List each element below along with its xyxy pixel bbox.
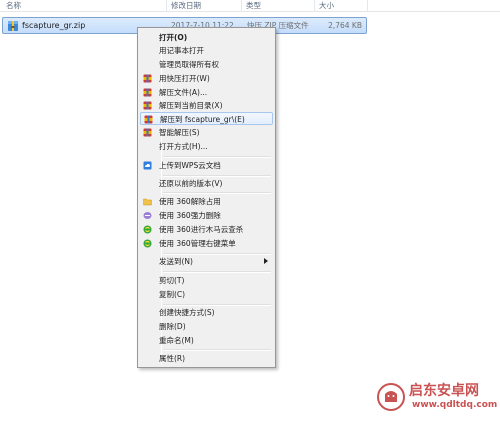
menu-item-label: 属性(R) [159, 354, 186, 363]
menu-item-360-trojan-scan[interactable]: 使用 360进行木马云查杀 [140, 223, 273, 236]
menu-item-label: 重命名(M) [159, 336, 194, 345]
menu-item-label: 发送到(N) [159, 257, 193, 266]
column-divider[interactable] [314, 0, 315, 12]
menu-item-smart-extract[interactable]: 智能解压(S) [140, 126, 273, 139]
menu-item-extract-files[interactable]: 解压文件(A)... [140, 86, 273, 99]
menu-item-upload-wps[interactable]: 上传到WPS云文档 [140, 159, 273, 172]
menu-separator [163, 192, 271, 194]
menu-item-label: 使用 360管理右键菜单 [159, 239, 236, 248]
column-divider[interactable] [166, 0, 167, 12]
column-type-header[interactable]: 类型 [246, 1, 261, 11]
context-menu: 打开(O) 用记事本打开 管理员取得所有权 用快压打开(W) 解压文件(A)..… [137, 27, 276, 368]
watermark-url: www.qdltdq.com [412, 400, 498, 410]
column-name-header[interactable]: 名称 [6, 1, 21, 11]
menu-separator [163, 349, 271, 351]
menu-item-label: 解压文件(A)... [159, 88, 208, 97]
menu-item-label: 打开(O) [159, 33, 188, 42]
column-size-header[interactable]: 大小 [319, 1, 334, 11]
menu-item-360-force-delete[interactable]: 使用 360强力删除 [140, 209, 273, 222]
menu-item-label: 创建快捷方式(S) [159, 308, 215, 317]
menu-item-360-manage-context-menu[interactable]: 使用 360管理右键菜单 [140, 237, 273, 250]
menu-separator [163, 271, 271, 273]
watermark-title: 启东安卓网 [409, 383, 479, 399]
menu-item-extract-to-folder[interactable]: 解压到 fscapture_gr\(E) [140, 112, 273, 125]
menu-item-properties[interactable]: 属性(R) [140, 352, 273, 365]
file-name: fscapture_gr.zip [22, 21, 86, 30]
menu-item-copy[interactable]: 复制(C) [140, 288, 273, 301]
menu-item-label: 复制(C) [159, 290, 186, 299]
menu-item-label: 用快压打开(W) [159, 74, 210, 83]
shred-icon [143, 211, 152, 220]
zip-archive-icon [7, 20, 19, 32]
kuaiya-icon [143, 101, 152, 110]
column-divider[interactable] [367, 0, 368, 12]
menu-item-rename[interactable]: 重命名(M) [140, 334, 273, 347]
menu-item-label: 上传到WPS云文档 [159, 161, 221, 170]
column-divider[interactable] [241, 0, 242, 12]
kuaiya-icon [143, 128, 152, 137]
column-header: 名称 修改日期 类型 大小 [0, 0, 500, 12]
column-date-header[interactable]: 修改日期 [171, 1, 201, 11]
kuaiya-icon [144, 115, 153, 124]
menu-item-label: 解压到当前目录(X) [159, 101, 223, 110]
menu-item-delete[interactable]: 删除(D) [140, 320, 273, 333]
menu-item-take-ownership[interactable]: 管理员取得所有权 [140, 58, 273, 71]
kuaiya-icon [143, 74, 152, 83]
menu-item-cut[interactable]: 剪切(T) [140, 274, 273, 287]
menu-item-label: 用记事本打开 [159, 46, 204, 55]
360-shield-icon [143, 239, 152, 248]
menu-item-label: 打开方式(H)... [159, 142, 208, 151]
menu-item-label: 使用 360强力删除 [159, 211, 221, 220]
menu-item-label: 解压到 fscapture_gr\(E) [160, 115, 245, 124]
360-shield-icon [143, 225, 152, 234]
menu-item-label: 管理员取得所有权 [159, 60, 219, 69]
menu-item-360-unlock[interactable]: 使用 360解除占用 [140, 195, 273, 208]
file-size: 2,764 KB [328, 21, 362, 30]
watermark-logo-icon [376, 382, 406, 412]
menu-item-label: 使用 360解除占用 [159, 197, 221, 206]
menu-item-label: 还原以前的版本(V) [159, 179, 223, 188]
menu-item-open-with-notepad[interactable]: 用记事本打开 [140, 44, 273, 57]
menu-item-label: 剪切(T) [159, 276, 185, 285]
menu-item-open-with[interactable]: 打开方式(H)... [140, 140, 273, 153]
menu-item-label: 智能解压(S) [159, 128, 200, 137]
submenu-arrow-icon [264, 258, 268, 264]
menu-item-label: 删除(D) [159, 322, 186, 331]
menu-item-send-to[interactable]: 发送到(N) [140, 255, 273, 268]
wps-cloud-icon [143, 161, 152, 170]
menu-item-restore-previous-versions[interactable]: 还原以前的版本(V) [140, 177, 273, 190]
menu-item-extract-here[interactable]: 解压到当前目录(X) [140, 99, 273, 112]
menu-item-create-shortcut[interactable]: 创建快捷方式(S) [140, 306, 273, 319]
menu-item-label: 使用 360进行木马云查杀 [159, 225, 244, 234]
watermark: 启东安卓网 www.qdltdq.com [376, 378, 500, 422]
menu-item-open[interactable]: 打开(O) [140, 31, 273, 44]
folder-unlock-icon [143, 197, 152, 206]
kuaiya-icon [143, 88, 152, 97]
menu-separator [163, 156, 271, 158]
menu-item-open-with-kuaiya[interactable]: 用快压打开(W) [140, 72, 273, 85]
